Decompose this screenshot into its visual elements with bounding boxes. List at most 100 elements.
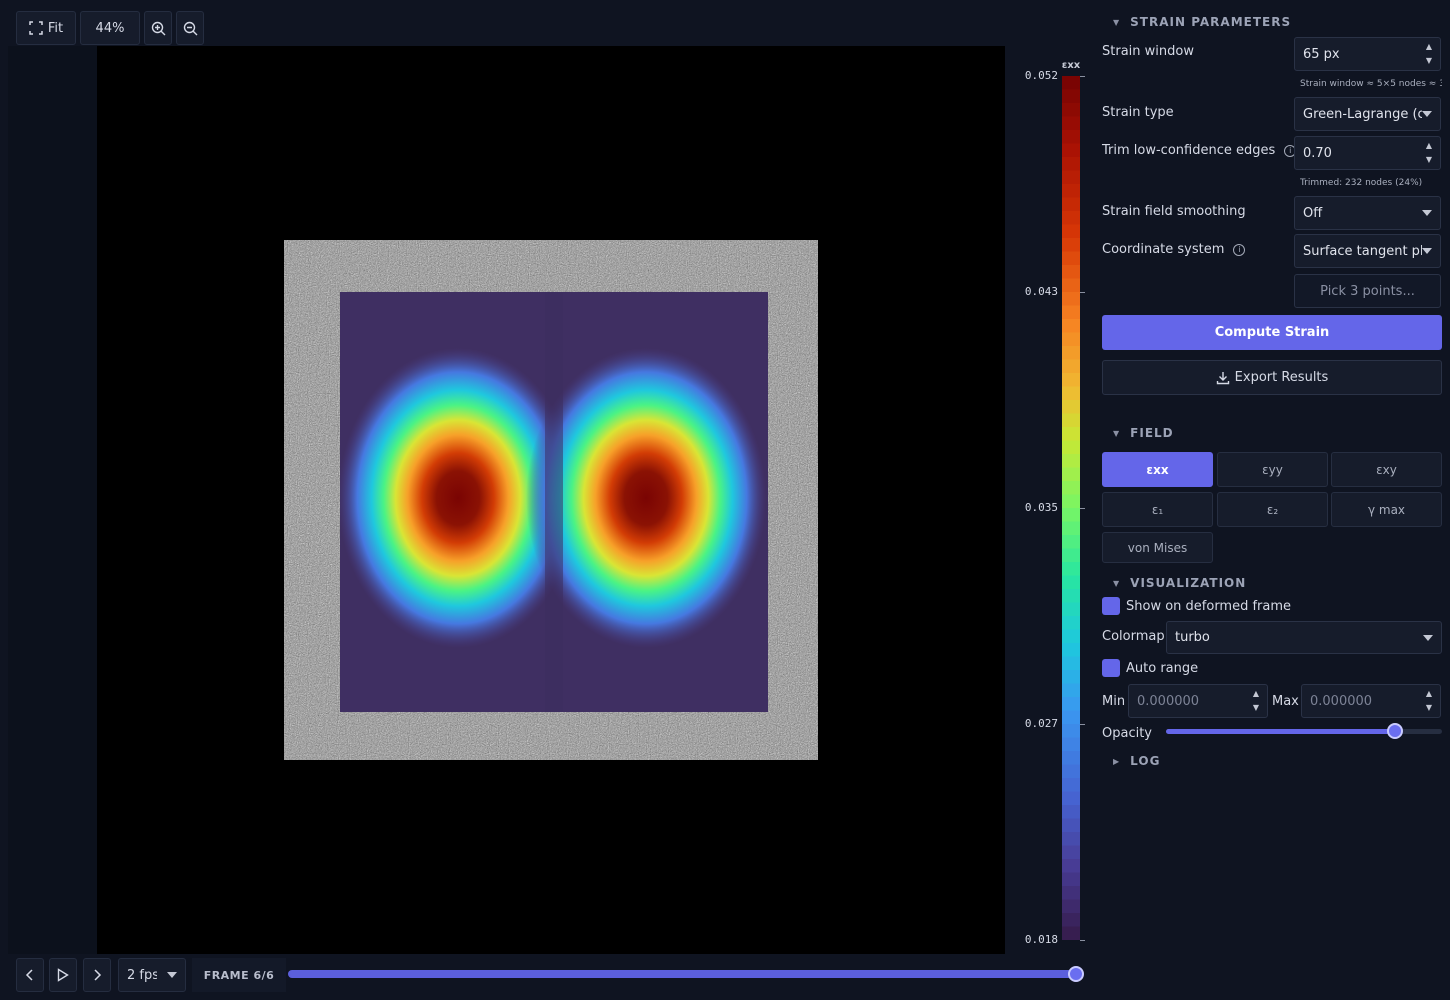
trim-edges-input[interactable]: 0.70 ▲ ▼ xyxy=(1294,136,1441,170)
coord-system-select[interactable]: Surface tangent pl xyxy=(1294,234,1441,268)
field-button-eyy[interactable]: εyy xyxy=(1217,452,1328,487)
colormap-select[interactable]: turbo xyxy=(1166,621,1442,654)
field-button-von-mises[interactable]: von Mises xyxy=(1102,532,1213,563)
colorbar-tick xyxy=(1080,76,1085,77)
colorbar-band xyxy=(1062,481,1080,496)
colorbar-band xyxy=(1062,548,1080,563)
spinner[interactable]: ▲ ▼ xyxy=(1424,140,1434,166)
colorbar-band xyxy=(1062,535,1080,550)
show-deformed-checkbox[interactable] xyxy=(1102,597,1120,615)
spin-up-icon[interactable]: ▲ xyxy=(1424,140,1434,152)
strain-type-select[interactable]: Green-Lagrange (c xyxy=(1294,97,1441,131)
zoom-level-display[interactable]: 44% xyxy=(80,11,140,45)
smoothing-value: Off xyxy=(1303,205,1323,221)
colorbar-band xyxy=(1062,413,1080,428)
field-button-e2[interactable]: ε₂ xyxy=(1217,492,1328,527)
spin-up-icon[interactable]: ▲ xyxy=(1424,41,1434,53)
colorbar-band xyxy=(1062,710,1080,725)
chevron-down-icon xyxy=(1422,111,1432,117)
smoothing-select[interactable]: Off xyxy=(1294,196,1441,230)
frame-counter: FRAME 6/6 xyxy=(192,958,286,992)
colorbar-band xyxy=(1062,454,1080,469)
next-frame-button[interactable] xyxy=(83,958,111,992)
max-placeholder: 0.000000 xyxy=(1310,693,1373,709)
image-area[interactable] xyxy=(97,46,1005,954)
colorbar-band xyxy=(1062,629,1080,644)
section-field[interactable]: ▼ FIELD xyxy=(1113,426,1174,440)
max-input[interactable]: 0.000000 ▲ ▼ xyxy=(1301,684,1441,718)
show-deformed-label: Show on deformed frame xyxy=(1126,599,1292,614)
opacity-slider-handle[interactable] xyxy=(1387,723,1404,739)
colorbar-band xyxy=(1062,211,1080,226)
colorbar-band xyxy=(1062,319,1080,334)
colorbar-band xyxy=(1062,562,1080,577)
spin-up-icon[interactable]: ▲ xyxy=(1251,688,1261,700)
zoom-level-value: 44% xyxy=(95,20,125,36)
frame-slider-track[interactable] xyxy=(288,970,1076,978)
field-button-gamma-max[interactable]: γ max xyxy=(1331,492,1442,527)
opacity-slider-fill xyxy=(1166,729,1396,734)
chevron-down-icon xyxy=(1422,210,1432,216)
zoom-out-button[interactable] xyxy=(176,11,204,45)
colorbar-title: εxx xyxy=(1061,60,1081,71)
colorbar-band xyxy=(1062,832,1080,847)
play-button[interactable] xyxy=(49,958,77,992)
section-visualization[interactable]: ▼ VISUALIZATION xyxy=(1113,576,1246,590)
colorbar-band xyxy=(1062,76,1080,91)
spin-down-icon[interactable]: ▼ xyxy=(1424,702,1434,714)
image-viewport[interactable] xyxy=(8,46,1005,954)
colorbar-band xyxy=(1062,616,1080,631)
trim-edges-text: Trim low-confidence edges xyxy=(1102,143,1276,158)
spin-up-icon[interactable]: ▲ xyxy=(1424,688,1434,700)
spinner[interactable]: ▲ ▼ xyxy=(1424,688,1434,714)
min-input[interactable]: 0.000000 ▲ ▼ xyxy=(1128,684,1268,718)
colorbar-band xyxy=(1062,575,1080,590)
field-button-e1[interactable]: ε₁ xyxy=(1102,492,1213,527)
spinner[interactable]: ▲ ▼ xyxy=(1251,688,1261,714)
strain-window-input[interactable]: 65 px ▲ ▼ xyxy=(1294,37,1441,71)
min-label: Min xyxy=(1102,694,1126,709)
info-icon[interactable]: i xyxy=(1233,243,1246,256)
colorbar-band xyxy=(1062,805,1080,820)
colorbar-tick xyxy=(1080,508,1085,509)
colorbar-band xyxy=(1062,305,1080,320)
coord-system-value: Surface tangent pl xyxy=(1303,243,1422,259)
colorbar-tick xyxy=(1080,724,1085,725)
download-icon xyxy=(1216,371,1229,384)
section-log[interactable]: ▶ LOG xyxy=(1113,754,1160,768)
caret-down-icon: ▼ xyxy=(1113,578,1121,588)
colorbar-band xyxy=(1062,251,1080,266)
trim-edges-hint: Trimmed: 232 nodes (24%) xyxy=(1300,178,1423,188)
export-results-button[interactable]: Export Results xyxy=(1102,360,1442,395)
spin-down-icon[interactable]: ▼ xyxy=(1424,154,1434,166)
spin-down-icon[interactable]: ▼ xyxy=(1251,702,1261,714)
colorbar-band xyxy=(1062,764,1080,779)
auto-range-checkbox[interactable] xyxy=(1102,659,1120,677)
colorbar-band xyxy=(1062,724,1080,739)
colorbar-band xyxy=(1062,589,1080,604)
spin-down-icon[interactable]: ▼ xyxy=(1424,55,1434,67)
colorbar-band xyxy=(1062,197,1080,212)
field-button-exx[interactable]: εxx xyxy=(1102,452,1213,487)
colorbar-band xyxy=(1062,103,1080,118)
colorbar-band xyxy=(1062,872,1080,887)
pick-points-button[interactable]: Pick 3 points... xyxy=(1294,274,1441,308)
spinner[interactable]: ▲ ▼ xyxy=(1424,41,1434,67)
fit-button[interactable]: Fit xyxy=(16,11,76,45)
section-strain-parameters[interactable]: ▼ STRAIN PARAMETERS xyxy=(1113,15,1291,29)
fps-select[interactable]: 2 fps xyxy=(118,958,186,992)
colorbar-band xyxy=(1062,346,1080,361)
prev-frame-button[interactable] xyxy=(16,958,44,992)
trim-edges-value: 0.70 xyxy=(1303,145,1332,161)
colorbar-band xyxy=(1062,670,1080,685)
colorbar-band xyxy=(1062,89,1080,104)
coord-system-text: Coordinate system xyxy=(1102,242,1225,257)
zoom-in-button[interactable] xyxy=(144,11,172,45)
frame-slider-handle[interactable] xyxy=(1068,966,1084,982)
compute-strain-button[interactable]: Compute Strain xyxy=(1102,315,1442,350)
field-button-exy[interactable]: εxy xyxy=(1331,452,1442,487)
colorbar-band xyxy=(1062,116,1080,131)
colorbar-band xyxy=(1062,818,1080,833)
auto-range-label: Auto range xyxy=(1126,661,1199,676)
strain-window-value: 65 px xyxy=(1303,46,1340,62)
